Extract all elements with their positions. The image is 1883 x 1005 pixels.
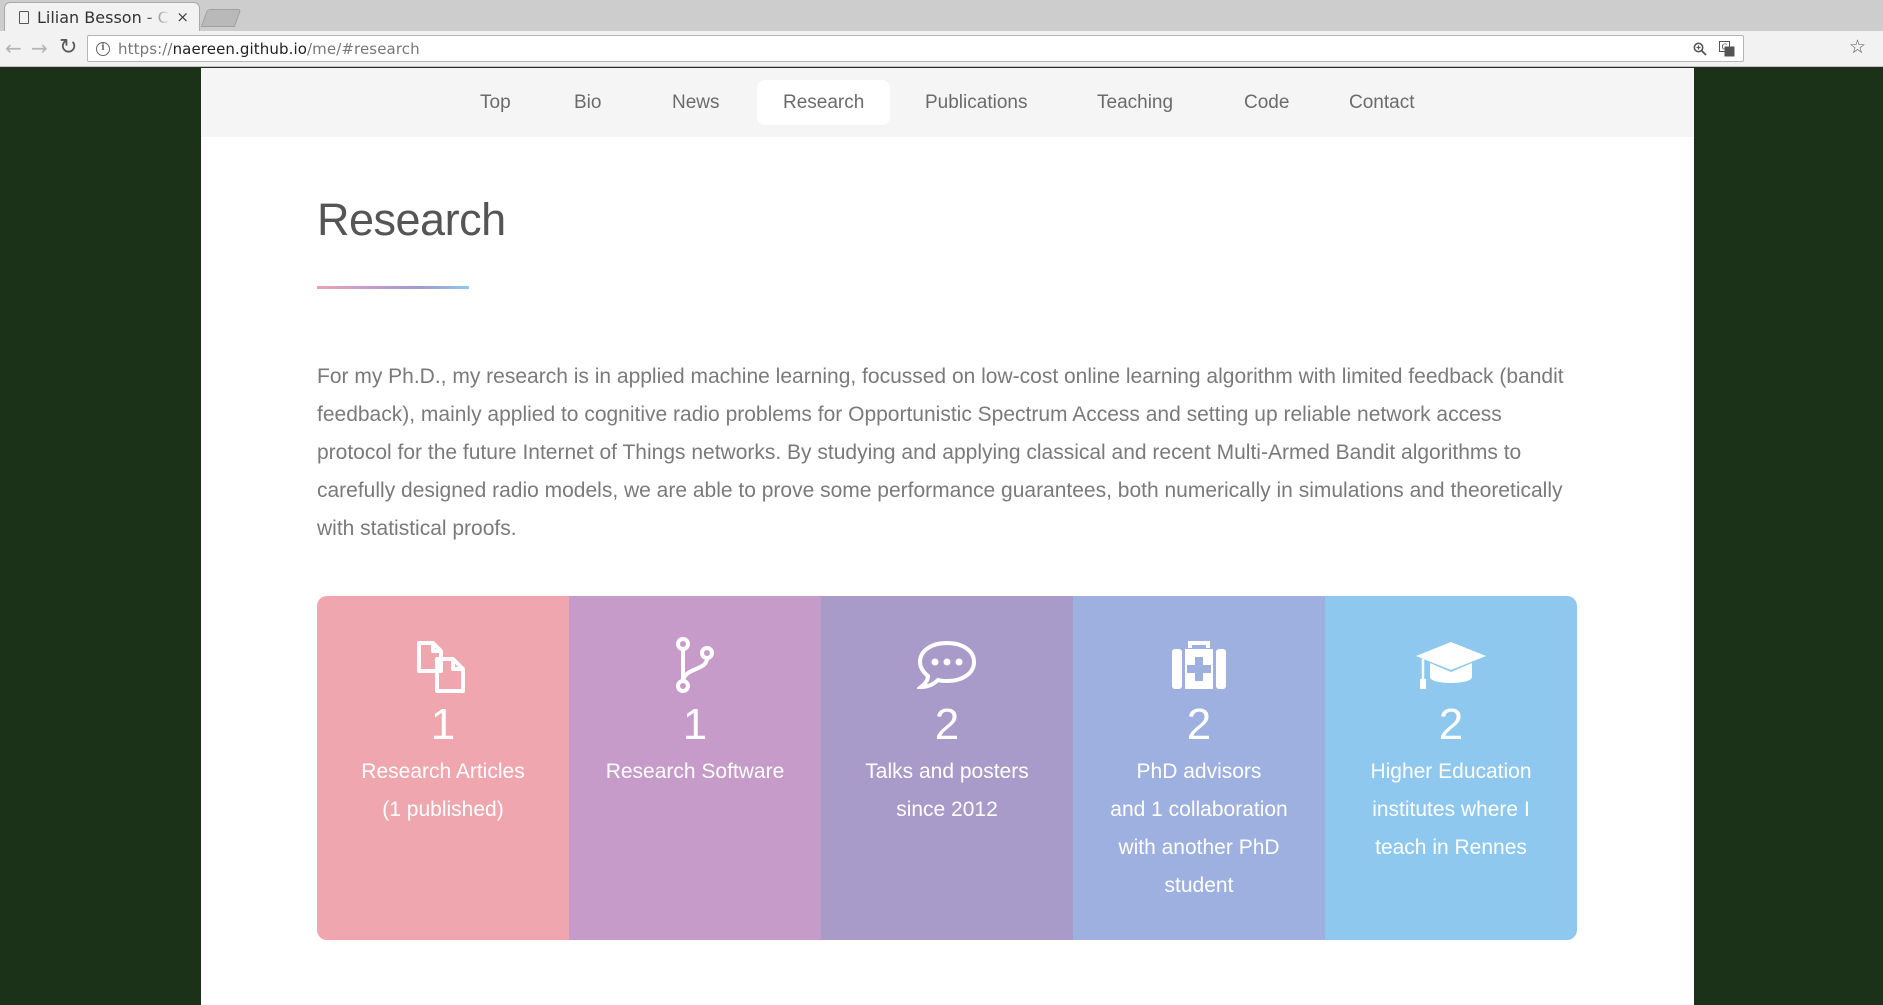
url-scheme: https:// (118, 39, 173, 58)
research-intro: For my Ph.D., my research is in applied … (317, 365, 1564, 540)
stat-label: Talks and posters since 2012 (821, 753, 1073, 829)
new-tab-button[interactable] (200, 9, 242, 27)
stat-label: PhD advisors and 1 collaboration with anot… (1073, 753, 1325, 905)
stat-label-line: Research Articles (361, 760, 525, 783)
stat-label-line: teach in Rennes (1375, 836, 1527, 859)
url-host: naereen.github.io (172, 39, 307, 58)
stat-card: 2 Talks and posters since 2012 (821, 596, 1073, 940)
code-fork-icon (569, 636, 821, 694)
stat-label: Research Articles (1 published) (317, 753, 569, 829)
nav-item-contact[interactable]: Contact (1323, 80, 1440, 125)
nav-item-news[interactable]: News (646, 80, 746, 125)
stat-label-line: (1 published) (382, 798, 504, 821)
stat-number: 1 (682, 700, 708, 749)
bookmark-star-icon[interactable]: ☆ (1849, 36, 1866, 58)
page-content: Top Bio News Research Publications Teaching Co… (201, 68, 1694, 1005)
stat-card: 2 PhD advisors and 1 collaboration with ano… (1073, 596, 1325, 940)
stat-label-line: PhD advisors (1136, 760, 1262, 783)
stat-label-line: with another PhD (1118, 836, 1280, 859)
stat-number: 2 (1438, 700, 1464, 749)
stat-label-line: Talks and posters (865, 760, 1029, 783)
site-info-icon[interactable]: i (96, 41, 110, 56)
stat-label-line: student (1164, 874, 1234, 897)
browser-tab[interactable]: Lilian Besson - Ce × (4, 2, 200, 31)
stats-panel: 1 Research Articles (1 published) 1 Research… (317, 596, 1577, 940)
section-navbar: Top Bio News Research Publications Teaching Co… (201, 68, 1694, 137)
page-title: Research (317, 194, 506, 245)
stat-label-line: institutes where I (1372, 798, 1530, 821)
stat-card: 1 Research Articles (1 published) (317, 596, 569, 940)
stat-label: Research Software (569, 753, 821, 791)
medkit-icon (1073, 636, 1325, 694)
translate-icon[interactable]: G (1719, 41, 1735, 61)
forward-icon[interactable]: → (31, 35, 48, 61)
stat-label-line: since 2012 (896, 798, 998, 821)
reload-icon[interactable]: ↻ (59, 35, 77, 61)
nav-item-publications[interactable]: Publications (899, 80, 1053, 125)
stat-number: 1 (430, 700, 456, 749)
nav-item-bio[interactable]: Bio (548, 80, 627, 125)
stat-label-line: Higher Education (1370, 760, 1532, 783)
url-path: /me/#research (307, 39, 420, 58)
graduation-cap-icon (1325, 636, 1577, 694)
nav-item-code[interactable]: Code (1218, 80, 1315, 125)
stat-label: Higher Education institutes where I teach … (1325, 753, 1577, 867)
page-icon (19, 10, 29, 24)
stat-card: 2 Higher Education institutes where I teach… (1325, 596, 1577, 940)
tab-title: Lilian Besson - Ce (37, 7, 171, 27)
back-icon[interactable]: ← (5, 35, 22, 61)
title-divider (317, 286, 469, 289)
stat-number: 2 (934, 700, 960, 749)
nav-item-teaching[interactable]: Teaching (1071, 80, 1199, 125)
stat-card: 1 Research Software (569, 596, 821, 940)
nav-item-top[interactable]: Top (454, 80, 537, 125)
browser-tabstrip: Lilian Besson - Ce × (0, 0, 1883, 31)
stat-label-line: and 1 collaboration (1110, 798, 1288, 821)
tab-close-icon[interactable]: × (176, 8, 189, 26)
address-bar[interactable]: i https://naereen.github.io/me/#research… (87, 35, 1744, 62)
stat-number: 2 (1186, 700, 1212, 749)
nav-item-research[interactable]: Research (757, 80, 891, 125)
speech-bubble-icon (821, 636, 1073, 694)
stat-label-line: Research Software (605, 760, 785, 783)
files-icon (317, 636, 569, 694)
address-url[interactable]: https://naereen.github.io/me/#research (118, 40, 420, 58)
svg-text:G: G (1722, 43, 1728, 52)
browser-toolbar: ← → ↻ i https://naereen.github.io/me/#re… (0, 31, 1883, 67)
zoom-icon[interactable] (1693, 42, 1707, 60)
